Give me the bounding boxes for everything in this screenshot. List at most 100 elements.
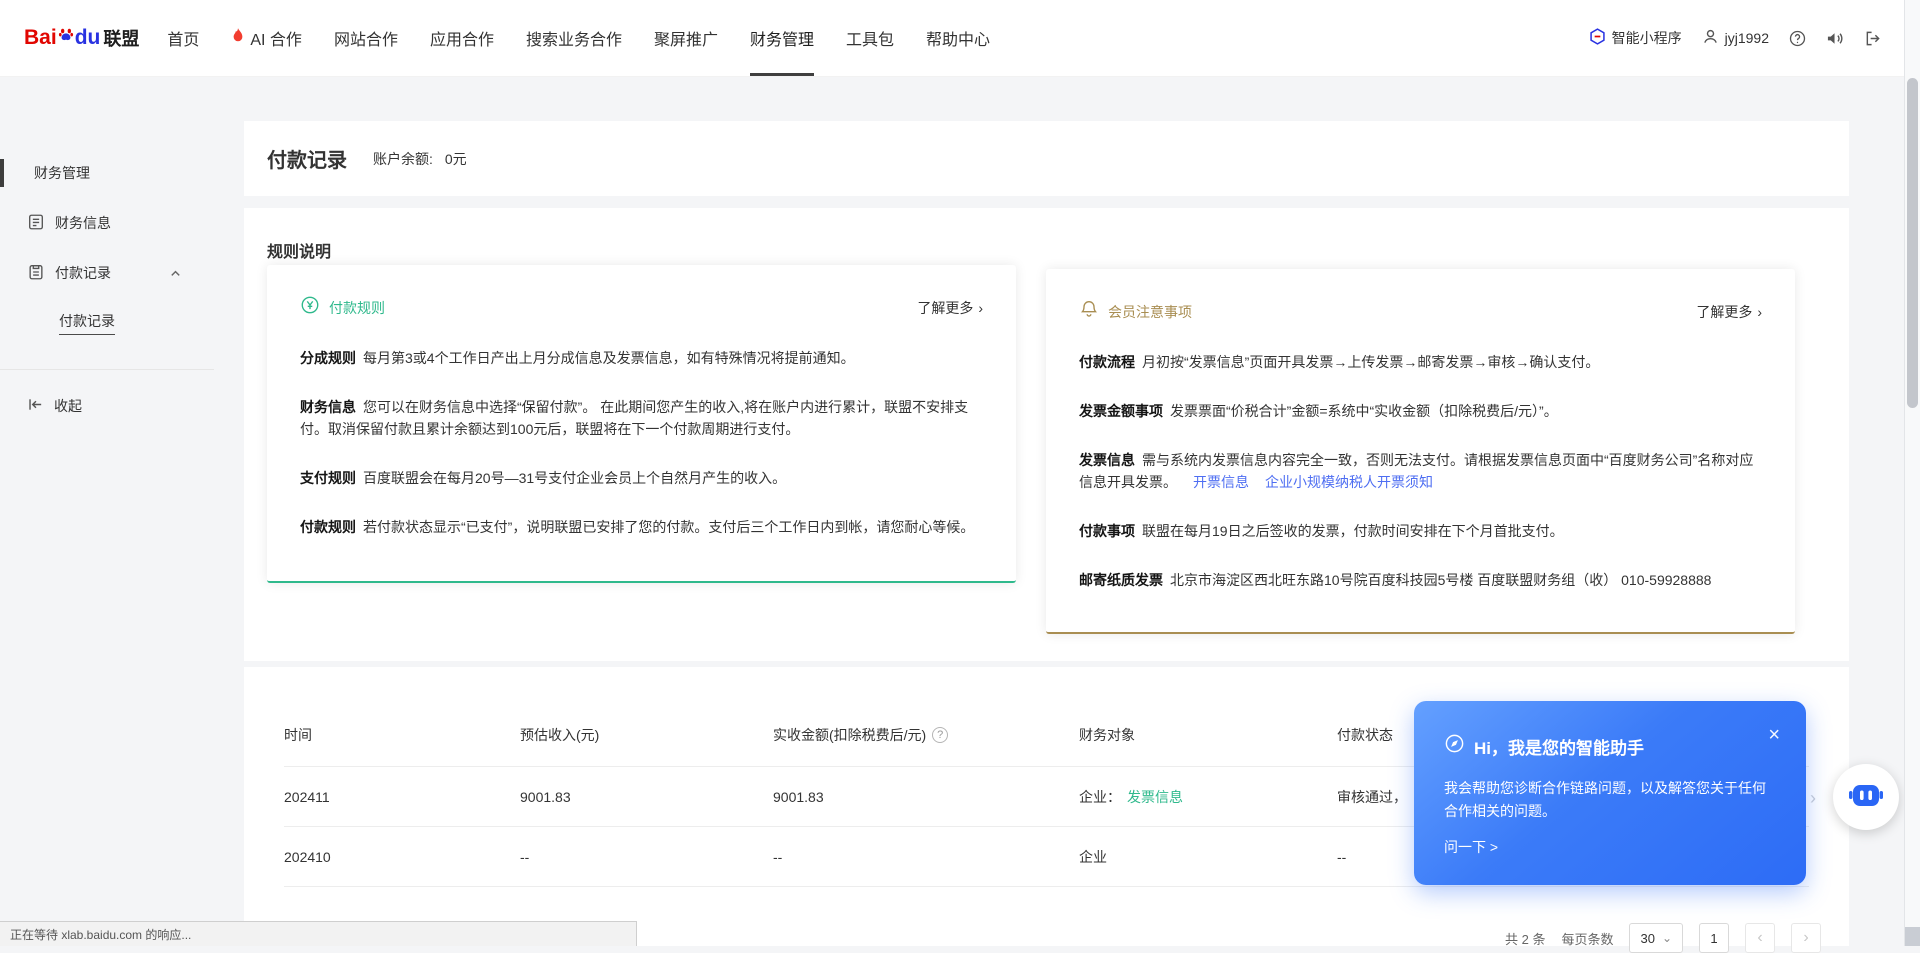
page-size-select[interactable]: 30 ⌄ (1629, 923, 1683, 953)
document-icon (27, 213, 45, 234)
prev-page-button[interactable]: ‹ (1745, 923, 1775, 953)
nav-label: 网站合作 (334, 26, 398, 50)
smart-mini-program-link[interactable]: 智能小程序 (1589, 28, 1682, 48)
nav-item-ai-cooperation[interactable]: AI 合作 (215, 0, 318, 76)
rule-term: 付款事项 (1079, 523, 1135, 539)
sidebar-item-label: 付款记录 (55, 263, 111, 283)
logout-icon[interactable] (1864, 30, 1882, 47)
browser-status-bar: 正在等待 xlab.baidu.com 的响应... (0, 921, 637, 946)
payment-rules-more-link[interactable]: 了解更多 › (917, 298, 983, 318)
nav-label: 工具包 (846, 26, 894, 50)
chevron-up-icon[interactable] (169, 267, 182, 280)
scrollbar-thumb[interactable] (1907, 78, 1918, 408)
nav-item-website-cooperation[interactable]: 网站合作 (318, 0, 414, 76)
assistant-robot-button[interactable] (1833, 764, 1899, 830)
account-balance: 账户余额: 0元 (373, 149, 467, 169)
nav-item-screen-promotion[interactable]: 聚屏推广 (638, 0, 734, 76)
rule-item: 分成规则每月第3或4个工作日产出上月分成信息及发票信息，如有特殊情况将提前通知。 (300, 347, 983, 369)
rule-term: 发票金额事项 (1079, 403, 1163, 419)
payment-rules-card: 付款规则 了解更多 › 分成规则每月第3或4个工作日产出上月分成信息及发票信息，… (267, 265, 1016, 583)
sidebar-item-payment-records[interactable]: 付款记录 (59, 310, 115, 336)
nav-label: 聚屏推广 (654, 26, 718, 50)
balance-value: 0元 (445, 149, 467, 169)
invoice-info-table-link[interactable]: 发票信息 (1127, 787, 1183, 807)
speaker-icon[interactable] (1826, 30, 1844, 47)
collapse-label: 收起 (54, 396, 82, 416)
cell-received: 9001.83 (773, 789, 1079, 805)
clipboard-icon (27, 263, 45, 284)
cell-received: -- (773, 849, 1079, 865)
nav-item-help-center[interactable]: 帮助中心 (910, 0, 1006, 76)
compass-icon (1444, 733, 1465, 759)
more-label: 了解更多 (1696, 302, 1752, 322)
vertical-scrollbar[interactable] (1904, 0, 1920, 946)
member-notes-card: 会员注意事项 了解更多 › 付款流程月初按“发票信息”页面开具发票→上传发票→邮… (1046, 269, 1795, 634)
help-icon[interactable] (1789, 30, 1806, 47)
page-header: 付款记录 账户余额: 0元 (244, 121, 1849, 196)
cell-entity: 企业： 发票信息 (1079, 787, 1337, 807)
member-notes-more-link[interactable]: 了解更多 › (1696, 302, 1762, 322)
cell-time: 202410 (284, 849, 520, 865)
entity-label: 企业： (1079, 787, 1121, 807)
rule-item: 付款流程月初按“发票信息”页面开具发票→上传发票→邮寄发票→审核→确认支付。 (1079, 351, 1762, 373)
nav-label: 帮助中心 (926, 26, 990, 50)
assistant-collapse-arrow[interactable]: › (1804, 783, 1822, 813)
current-page-button[interactable]: 1 (1699, 923, 1729, 953)
active-section-marker (0, 159, 4, 187)
robot-icon (1847, 776, 1885, 819)
page-size-label: 每页条数 (1561, 929, 1613, 948)
nav-item-home[interactable]: 首页 (151, 0, 215, 76)
paw-icon (58, 26, 74, 42)
cell-entity: 企业 (1079, 847, 1337, 867)
browser-status-text: 正在等待 xlab.baidu.com 的响应... (10, 926, 191, 943)
caret-down-icon: ⌄ (1662, 932, 1672, 944)
rule-term: 邮寄纸质发票 (1079, 572, 1163, 588)
question-mark-icon[interactable]: ? (932, 727, 948, 743)
rule-term: 支付规则 (300, 470, 356, 486)
nav-item-app-cooperation[interactable]: 应用合作 (414, 0, 510, 76)
invoice-info-link[interactable]: 开票信息 (1193, 474, 1249, 490)
rule-desc: 联盟在每月19日之后签收的发票，付款时间安排在下个月首批支付。 (1142, 523, 1564, 539)
sidebar-item-payment-records-group[interactable]: 付款记录 (27, 260, 182, 286)
flame-icon (231, 28, 245, 49)
topnav-right-tools: 智能小程序 jyj1992 (1589, 28, 1882, 48)
total-count-label: 共 2 条 (1505, 929, 1545, 948)
assistant-popup: Hi，我是您的智能助手 × 我会帮助您诊断合作链路问题，以及解答您关于任何合作相… (1414, 701, 1806, 885)
nav-label: 首页 (167, 26, 199, 50)
rule-item: 邮寄纸质发票北京市海淀区西北旺东路10号院百度科技园5号楼 百度联盟财务组（收）… (1079, 569, 1762, 591)
sidebar-subitem-label: 付款记录 (59, 311, 115, 335)
rules-section: 规则说明 付款规则 了解更多 › 分成规则每月第3或4个工作日产出上月分成信息及… (244, 208, 1849, 661)
user-icon (1702, 28, 1719, 48)
close-icon[interactable]: × (1768, 725, 1780, 745)
rule-desc: 若付款状态显示“已支付”，说明联盟已安排了您的付款。支付后三个工作日内到帐，请您… (363, 519, 974, 535)
next-page-button[interactable]: › (1791, 923, 1821, 953)
sidebar-item-finance-info[interactable]: 财务信息 (27, 210, 111, 236)
nav-item-finance-management[interactable]: 财务管理 (734, 0, 830, 76)
rule-item: 发票信息需与系统内发票信息内容完全一致，否则无法支付。请根据发票信息页面中“百度… (1079, 449, 1762, 493)
rule-desc: 每月第3或4个工作日产出上月分成信息及发票信息，如有特殊情况将提前通知。 (363, 350, 855, 366)
rule-desc: 百度联盟会在每月20号—31号支付企业会员上个自然月产生的收入。 (363, 470, 786, 486)
user-menu[interactable]: jyj1992 (1702, 28, 1769, 48)
sidebar-item-finance-management[interactable]: 财务管理 (34, 160, 90, 186)
payment-rules-icon (300, 295, 320, 320)
small-taxpayer-invoice-guide-link[interactable]: 企业小规模纳税人开票须知 (1265, 474, 1433, 490)
payment-rules-card-header: 付款规则 了解更多 › (300, 265, 983, 320)
rule-term: 发票信息 (1079, 452, 1135, 468)
assistant-ask-link[interactable]: 问一下 > (1444, 837, 1498, 857)
nav-item-toolkit[interactable]: 工具包 (830, 0, 910, 76)
sidebar-item-label: 财务信息 (55, 213, 111, 233)
rule-desc: 您可以在财务信息中选择“保留付款”。 在此期间您产生的收入,将在账户内进行累计，… (300, 399, 968, 437)
logo-text-union: 联盟 (103, 25, 139, 51)
balance-label: 账户余额: (373, 149, 433, 169)
rule-item: 付款事项联盟在每月19日之后签收的发票，付款时间安排在下个月首批支付。 (1079, 520, 1762, 542)
sidebar-collapse-button[interactable]: 收起 (27, 393, 82, 419)
baidu-union-logo[interactable]: Bai du 联盟 (24, 25, 139, 51)
nav-item-search-business[interactable]: 搜索业务合作 (510, 0, 638, 76)
nav-label: 应用合作 (430, 26, 494, 50)
sidebar-divider (0, 369, 214, 370)
assistant-title: Hi，我是您的智能助手 (1474, 734, 1644, 759)
page-title: 付款记录 (267, 144, 347, 173)
rules-section-title: 规则说明 (267, 238, 331, 262)
rule-term: 分成规则 (300, 350, 356, 366)
username-label: jyj1992 (1725, 30, 1769, 46)
